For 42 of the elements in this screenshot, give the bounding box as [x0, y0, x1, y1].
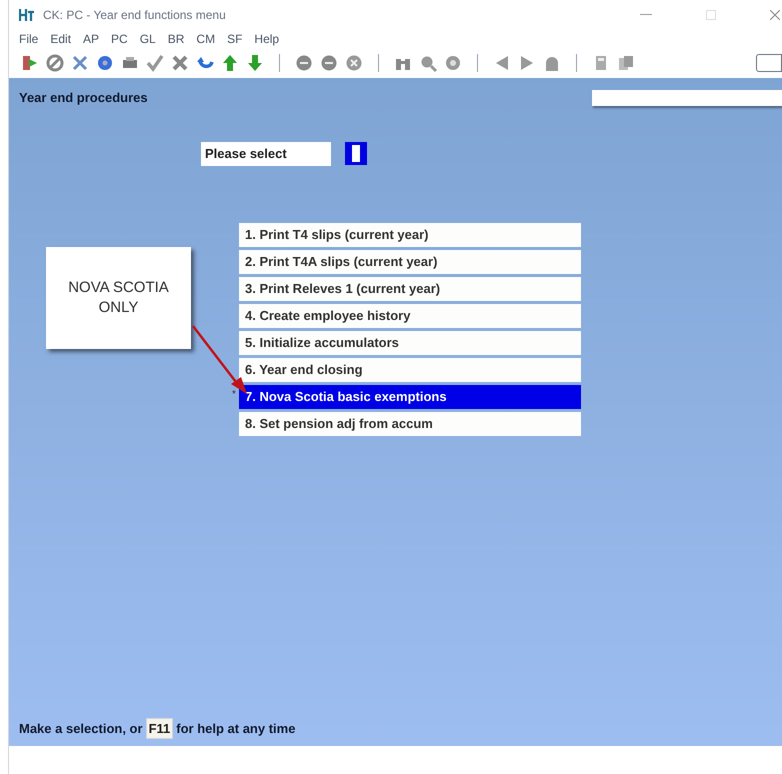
circle-icon[interactable]: [320, 54, 338, 72]
circle-icon[interactable]: [345, 54, 363, 72]
menu-item[interactable]: Edit: [50, 30, 72, 48]
menu-option[interactable]: 7. Nova Scotia basic exemptions: [239, 384, 581, 408]
help-text: Make a selection, or: [19, 720, 143, 738]
menu-option[interactable]: 3. Print Releves 1 (current year): [239, 276, 581, 300]
circle-icon[interactable]: [295, 54, 313, 72]
menu-option[interactable]: 4. Create employee history: [239, 304, 581, 328]
app-logo-icon: [19, 8, 35, 22]
minimize-icon[interactable]: [640, 14, 652, 16]
menu-item[interactable]: SF: [227, 30, 242, 48]
search-icon[interactable]: [419, 54, 437, 72]
menu-item[interactable]: BR: [168, 30, 184, 48]
marker: *: [232, 388, 236, 402]
cross-icon[interactable]: [171, 54, 189, 72]
exit-icon[interactable]: [21, 54, 39, 72]
callout-box: NOVA SCOTIA ONLY: [46, 247, 191, 349]
copy-icon[interactable]: [617, 54, 635, 72]
menu-option[interactable]: 1. Print T4 slips (current year): [239, 222, 581, 246]
input-field[interactable]: [592, 90, 782, 106]
screen-heading: Year end procedures: [19, 89, 148, 107]
input-field[interactable]: [756, 54, 782, 72]
close-icon[interactable]: [770, 10, 780, 20]
menu-item[interactable]: Help: [254, 30, 280, 48]
help-text: for help at any time: [176, 720, 296, 738]
menu-option[interactable]: 6. Year end closing: [239, 358, 581, 382]
menu-item[interactable]: AP: [83, 30, 100, 48]
cancel-icon[interactable]: [46, 54, 64, 72]
menu-item[interactable]: GL: [140, 30, 156, 48]
menu-option[interactable]: 5. Initialize accumulators: [239, 330, 581, 354]
up-arrow-icon[interactable]: [221, 54, 239, 72]
menu-option[interactable]: 2. Print T4A slips (current year): [239, 250, 581, 274]
menu-item[interactable]: PC: [111, 30, 128, 48]
down-arrow-icon[interactable]: [246, 54, 264, 72]
check-icon[interactable]: [146, 54, 164, 72]
menu-item[interactable]: CM: [196, 30, 216, 48]
menu-item[interactable]: File: [19, 30, 38, 48]
prompt-label: Please select: [201, 142, 331, 166]
menu-option[interactable]: 8. Set pension adj from accum: [239, 412, 581, 436]
selection-field[interactable]: [345, 142, 367, 165]
key-label: F11: [146, 718, 174, 739]
window-title: CK: PC - Year end functions menu: [43, 7, 226, 24]
